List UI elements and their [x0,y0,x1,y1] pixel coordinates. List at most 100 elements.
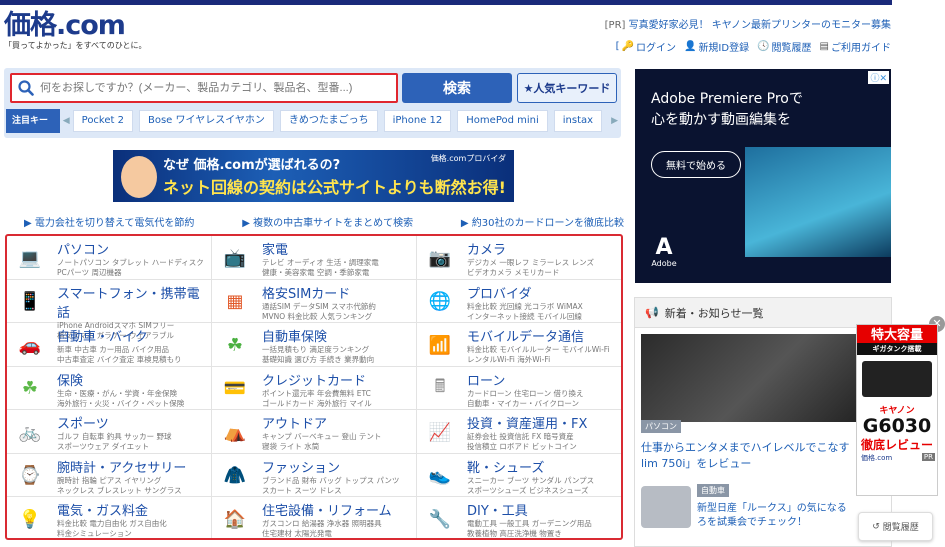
tent-icon[interactable]: ⛺ [220,417,250,447]
promo-link[interactable]: ▶ 電力会社を切り替えて電気代を節約 [24,214,194,229]
category-sublinks[interactable]: 料金比較 モバイルルーター モバイルWi-Fi [467,345,621,355]
category-title[interactable]: 格安SIMカード [262,283,416,302]
popular-keyword-button[interactable]: ★人気キーワード [517,73,617,103]
camera-icon[interactable]: 📷 [425,243,455,273]
category-sublinks[interactable]: スポーツシューズ ビジネスシューズ [467,486,621,496]
category-title[interactable]: パソコン [57,239,211,258]
car-image[interactable] [641,486,691,528]
category-sublinks[interactable]: ビデオカメラ メモリカード [467,268,621,278]
category-sublinks[interactable]: レンタルWi-Fi 海外Wi-Fi [467,355,621,365]
category-sublinks[interactable]: 料金比較 電力自由化 ガス自由化 [57,519,211,529]
category-title[interactable]: ローン [467,370,621,389]
category-title[interactable]: スマートフォン・携帯電話 [57,283,211,321]
category-sublinks[interactable]: 投信積立 ロボアド ビットコイン [467,442,621,452]
category-sublinks[interactable]: 教養植物 高圧洗浄機 物置き [467,529,621,538]
category-title[interactable]: 靴・シューズ [467,457,621,476]
category-title[interactable]: 自動車・バイク [57,326,211,345]
category-title[interactable]: 自動車保険 [262,326,416,345]
clover-car-icon[interactable]: ☘ [220,330,250,360]
category-sublinks[interactable]: ゴールドカード 海外旅行 マイル [262,399,416,409]
category-title[interactable]: アウトドア [262,413,416,432]
house-icon[interactable]: 🏠 [220,504,250,534]
category-sublinks[interactable]: 証券会社 投資信託 FX 暗号資産 [467,432,621,442]
category-sublinks[interactable]: ゴルフ 自転車 釣具 サッカー 野球 [57,432,211,442]
guide-link[interactable]: ▤ ご利用ガイド [820,39,891,54]
clover-icon[interactable]: ☘ [15,374,45,404]
category-sublinks[interactable]: 料金比較 光回線 光コラボ WiMAX [467,302,621,312]
sim-card-icon[interactable]: ▦ [220,287,250,317]
category-sublinks[interactable]: ガスコンロ 給湯器 浄水器 照明器具 [262,519,416,529]
jacket-icon[interactable]: 🧥 [220,461,250,491]
keyword-item[interactable]: Bose ワイヤレスイヤホン [138,110,274,132]
category-sublinks[interactable]: キャンプ バーベキュー 登山 テント [262,432,416,442]
category-title[interactable]: 投資・資産運用・FX [467,413,621,432]
news-header[interactable]: 📢 新着・お知らせ一覧 [635,298,891,328]
category-title[interactable]: 住宅設備・リフォーム [262,500,416,519]
category-sublinks[interactable]: インターネット接続 モバイル回線 [467,312,621,322]
provider-banner[interactable]: なぜ 価格.comが選ばれるの? ネット回線の契約は公式サイトよりも断然お得! … [113,150,514,202]
category-sublinks[interactable]: 一括見積もり 満足度ランキング [262,345,416,355]
chevron-right-icon[interactable]: ▶ [611,116,618,126]
globe-icon[interactable]: 🌐 [425,287,455,317]
category-sublinks[interactable]: スポーツウェア ダイエット [57,442,211,452]
category-sublinks[interactable]: ノートパソコン タブレット ハードディスク [57,258,211,268]
laptop-icon[interactable]: 💻 [15,243,45,273]
ad-choices-icon[interactable]: ⓘ✕ [868,71,889,84]
promo-link[interactable]: ▶ 複数の中古車サイトをまとめて検索 [242,214,413,229]
tv-icon[interactable]: 📺 [220,243,250,273]
history-float-button[interactable]: ↺ 閲覧履歴 [858,512,933,541]
watch-icon[interactable]: ⌚ [15,461,45,491]
category-sublinks[interactable]: 腕時計 指輪 ピアス イヤリング [57,476,211,486]
category-sublinks[interactable]: 通話SIM データSIM スマホ代節約 [262,302,416,312]
chart-icon[interactable]: 📈 [425,417,455,447]
category-sublinks[interactable]: 中古車査定 バイク査定 車検見積もり [57,355,211,365]
category-sublinks[interactable]: ネックレス ブレスレット サングラス [57,486,211,496]
category-title[interactable]: 腕時計・アクセサリー [57,457,211,476]
drill-icon[interactable]: 🔧 [425,504,455,534]
promo-link[interactable]: ▶ 約30社のカードローンを徹底比較 [461,214,624,229]
keyword-item[interactable]: Pocket 2 [72,110,133,132]
search-button[interactable]: 検索 [402,73,512,103]
search-input[interactable] [40,82,380,94]
adobe-ad[interactable]: ⓘ✕ Adobe Premiere Proで 心を動かす動画編集を 無料で始める … [635,69,891,283]
category-sublinks[interactable]: 寝袋 ライト 水筒 [262,442,416,452]
category-sublinks[interactable]: PCパーツ 周辺機器 [57,268,211,278]
category-sublinks[interactable]: 生命・医療・がん・学資・年金保険 [57,389,211,399]
category-title[interactable]: ファッション [262,457,416,476]
calculator-icon[interactable]: 🖩 [425,374,455,404]
category-sublinks[interactable]: 基礎知識 選び方 手続き 業界動向 [262,355,416,365]
shoe-icon[interactable]: 👟 [425,461,455,491]
chevron-left-icon[interactable]: ◀ [63,116,70,126]
category-sublinks[interactable]: ブランド品 財布 バッグ トップス パンツ [262,476,416,486]
keyword-item[interactable]: instax [553,110,603,132]
category-sublinks[interactable]: MVNO 料金比較 人気ランキング [262,312,416,322]
category-title[interactable]: モバイルデータ通信 [467,326,621,345]
category-sublinks[interactable]: 新車 中古車 カー用品 バイク用品 [57,345,211,355]
category-sublinks[interactable]: デジカメ 一眼レフ ミラーレス レンズ [467,258,621,268]
ad-cta-button[interactable]: 無料で始める [651,151,741,178]
category-sublinks[interactable]: 料金シミュレーション [57,529,211,538]
category-title[interactable]: 保険 [57,370,211,389]
category-title[interactable]: 電気・ガス料金 [57,500,211,519]
keyword-item[interactable]: iPhone 12 [383,110,452,132]
pr-link[interactable]: [PR] 写真愛好家必見！ キヤノン最新プリンターのモニター募集 [605,16,891,31]
category-title[interactable]: DIY・工具 [467,500,621,519]
car-icon[interactable]: 🚗 [15,330,45,360]
bulb-flame-icon[interactable]: 💡 [15,504,45,534]
register-link[interactable]: 👤 新規ID登録 [684,39,749,54]
category-title[interactable]: クレジットカード [262,370,416,389]
category-title[interactable]: プロバイダ [467,283,621,302]
site-logo[interactable]: 価格.com [4,12,126,40]
credit-card-icon[interactable]: 💳 [220,374,250,404]
category-sublinks[interactable]: スニーカー ブーツ サンダル パンプス [467,476,621,486]
bicycle-icon[interactable]: 🚲 [15,417,45,447]
category-sublinks[interactable]: カードローン 住宅ローン 借り換え [467,389,621,399]
keyword-item[interactable]: きめつたまごっち [279,110,378,132]
printer-ad[interactable]: 特大容量 ギガタンク搭載 キヤノン G6030 徹底レビュー 価格.com PR [856,324,938,496]
category-sublinks[interactable]: 健康・美容家電 空調・季節家電 [262,268,416,278]
news-image[interactable] [641,334,887,422]
category-sublinks[interactable]: テレビ オーディオ 生活・調理家電 [262,258,416,268]
category-title[interactable]: カメラ [467,239,621,258]
category-sublinks[interactable]: 海外旅行・火災・バイク・ペット保険 [57,399,211,409]
smartphone-icon[interactable]: 📱 [15,287,45,317]
